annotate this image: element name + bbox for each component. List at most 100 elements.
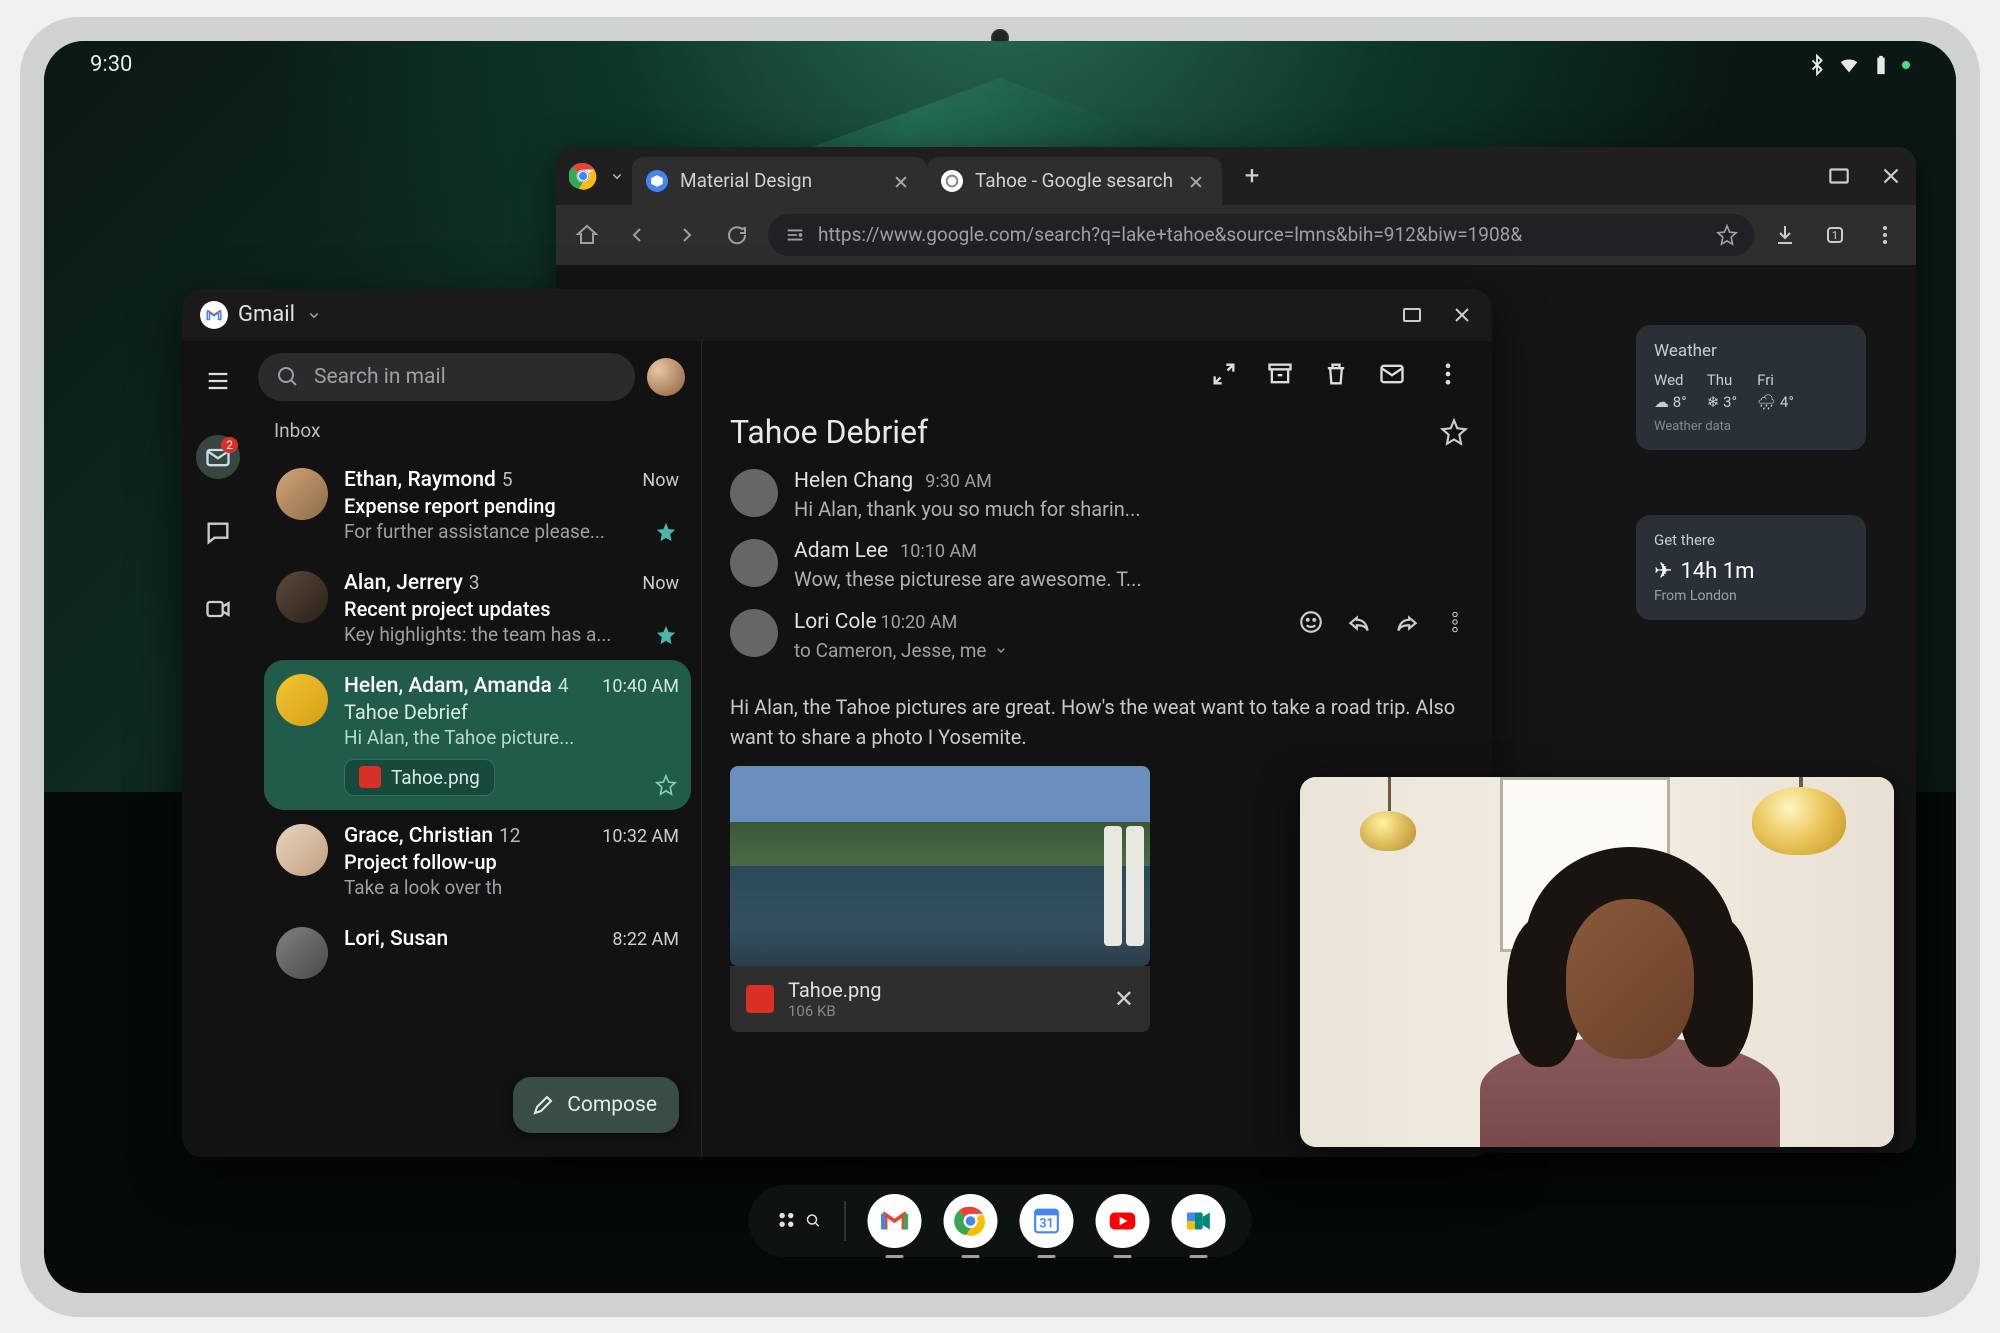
new-tab-button[interactable]: + (1234, 158, 1270, 194)
expand-icon[interactable] (1210, 360, 1238, 388)
wifi-icon (1838, 54, 1860, 76)
chevron-down-icon[interactable] (608, 167, 626, 185)
close-icon[interactable]: ✕ (1188, 171, 1208, 191)
more-icon[interactable] (1866, 216, 1904, 254)
thread-item[interactable]: Alan, Jerrery3Now Recent project updates… (264, 557, 691, 660)
chrome-window-controls (1826, 163, 1904, 189)
screen: 9:30 Material Design ✕ (44, 41, 1956, 1293)
chrome-tab-tahoe[interactable]: Tahoe - Google sesarch ✕ (927, 157, 1222, 205)
gmail-logo-icon (200, 301, 228, 329)
mail-badge: 2 (221, 437, 238, 453)
avatar (276, 571, 328, 623)
reply-icon[interactable] (1346, 609, 1372, 635)
tablet-frame: 9:30 Material Design ✕ (20, 17, 1980, 1317)
video-call-pip[interactable] (1300, 777, 1894, 1147)
thread-item[interactable]: Lori, Susan8:22 AM (264, 913, 691, 993)
menu-button[interactable] (196, 359, 240, 403)
pencil-icon (531, 1093, 555, 1117)
close-icon[interactable] (1450, 303, 1474, 327)
attachment-chip[interactable]: Tahoe.png (344, 759, 495, 796)
taskbar: 31 (749, 1185, 1252, 1257)
svg-text:1: 1 (1832, 229, 1838, 242)
star-icon[interactable] (1716, 224, 1738, 246)
material-favicon (646, 170, 668, 192)
inbox-label: Inbox (254, 411, 701, 454)
search-input[interactable]: Search in mail (258, 353, 635, 401)
taskbar-gmail-icon[interactable] (868, 1194, 922, 1248)
star-icon[interactable] (655, 624, 677, 646)
forward-button[interactable] (668, 216, 706, 254)
chrome-tabs: Material Design ✕ Tahoe - Google sesarch… (632, 157, 1222, 205)
omnibox[interactable]: https://www.google.com/search?q=lake+tah… (768, 214, 1754, 256)
meet-nav-button[interactable] (196, 587, 240, 631)
taskbar-chrome-icon[interactable] (944, 1194, 998, 1248)
battery-icon (1870, 54, 1892, 76)
weather-card[interactable]: Weather Wed☁ 8° Thu❄ 3° Fri🌧 4° Weather … (1636, 325, 1866, 450)
taskbar-divider (845, 1201, 846, 1241)
message-recipients[interactable]: to Cameron, Jesse, me (794, 639, 1468, 662)
maximize-icon[interactable] (1826, 163, 1852, 189)
home-button[interactable] (568, 216, 606, 254)
chrome-titlebar: Material Design ✕ Tahoe - Google sesarch… (556, 147, 1916, 205)
emoji-icon[interactable] (1298, 609, 1324, 635)
tabs-button[interactable]: 1 (1816, 216, 1854, 254)
avatar (730, 469, 778, 517)
compose-button[interactable]: Compose (513, 1077, 679, 1133)
reload-button[interactable] (718, 216, 756, 254)
message-body: Hi Alan, the Tahoe pictures are great. H… (730, 692, 1468, 752)
message-collapsed[interactable]: Helen Chang9:30 AM Hi Alan, thank you so… (730, 469, 1468, 521)
app-drawer-button[interactable] (775, 1208, 823, 1234)
image-file-icon (359, 766, 381, 788)
download-button[interactable] (1766, 216, 1804, 254)
mark-unread-icon[interactable] (1378, 360, 1406, 388)
forward-icon[interactable] (1394, 609, 1420, 635)
archive-icon[interactable] (1266, 360, 1294, 388)
attachment-bar[interactable]: Tahoe.png 106 KB ✕ (730, 966, 1150, 1032)
avatar (276, 824, 328, 876)
tab-title: Material Design (680, 169, 881, 192)
star-icon[interactable] (1440, 418, 1468, 446)
more-icon[interactable] (1434, 360, 1462, 388)
close-icon[interactable] (1878, 163, 1904, 189)
mail-nav-button[interactable]: 2 (196, 435, 240, 479)
star-icon[interactable] (655, 774, 677, 796)
chrome-tab-material[interactable]: Material Design ✕ (632, 157, 927, 205)
taskbar-meet-icon[interactable] (1172, 1194, 1226, 1248)
close-icon[interactable]: ✕ (1114, 985, 1134, 1013)
chevron-down-icon[interactable] (305, 306, 323, 324)
more-icon[interactable] (1442, 609, 1468, 635)
taskbar-calendar-icon[interactable]: 31 (1020, 1194, 1074, 1248)
avatar (276, 927, 328, 979)
chat-nav-button[interactable] (196, 511, 240, 555)
search-placeholder: Search in mail (314, 365, 446, 389)
message-collapsed[interactable]: Adam Lee10:10 AM Wow, these picturese ar… (730, 539, 1468, 591)
status-time: 9:30 (90, 52, 132, 77)
thread-item[interactable]: Ethan, Raymond5Now Expense report pendin… (264, 454, 691, 557)
gmail-window-controls (1400, 303, 1474, 327)
video-feed (1300, 777, 1894, 1147)
route-card[interactable]: Get there ✈ 14h 1m From London (1636, 515, 1866, 620)
thread-item[interactable]: Grace, Christian1210:32 AM Project follo… (264, 810, 691, 913)
chrome-app-icon[interactable] (568, 161, 598, 191)
close-icon[interactable]: ✕ (893, 171, 913, 191)
weather-title: Weather (1654, 341, 1848, 361)
weather-footer: Weather data (1654, 419, 1848, 434)
star-icon[interactable] (655, 521, 677, 543)
back-button[interactable] (618, 216, 656, 254)
maximize-icon[interactable] (1400, 303, 1424, 327)
taskbar-youtube-icon[interactable] (1096, 1194, 1150, 1248)
chrome-toolbar: https://www.google.com/search?q=lake+tah… (556, 205, 1916, 265)
email-subject: Tahoe Debrief (730, 413, 928, 451)
gmail-titlebar[interactable]: Gmail (182, 289, 1492, 341)
route-time: ✈ 14h 1m (1654, 559, 1848, 584)
site-settings-icon[interactable] (784, 224, 806, 246)
message-expanded: Lori Cole 10:20 AM to Cameron, Jesse, me (730, 609, 1468, 662)
google-favicon (941, 170, 963, 192)
delete-icon[interactable] (1322, 360, 1350, 388)
gmail-window: Gmail 2 (182, 289, 1492, 1157)
search-icon (805, 1212, 823, 1230)
thread-item-selected[interactable]: Helen, Adam, Amanda410:40 AM Tahoe Debri… (264, 660, 691, 810)
account-avatar[interactable] (647, 358, 685, 396)
weather-day: Fri🌧 4° (1757, 371, 1794, 411)
attachment-image-preview[interactable] (730, 766, 1150, 966)
